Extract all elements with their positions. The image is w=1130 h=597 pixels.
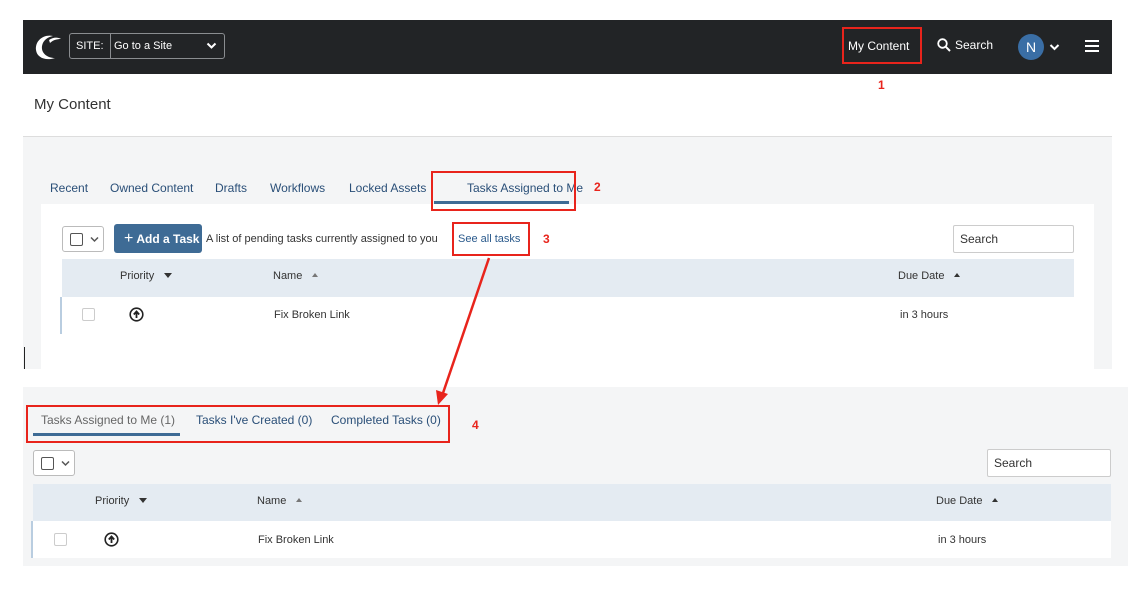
annotation-arrow <box>436 257 491 405</box>
